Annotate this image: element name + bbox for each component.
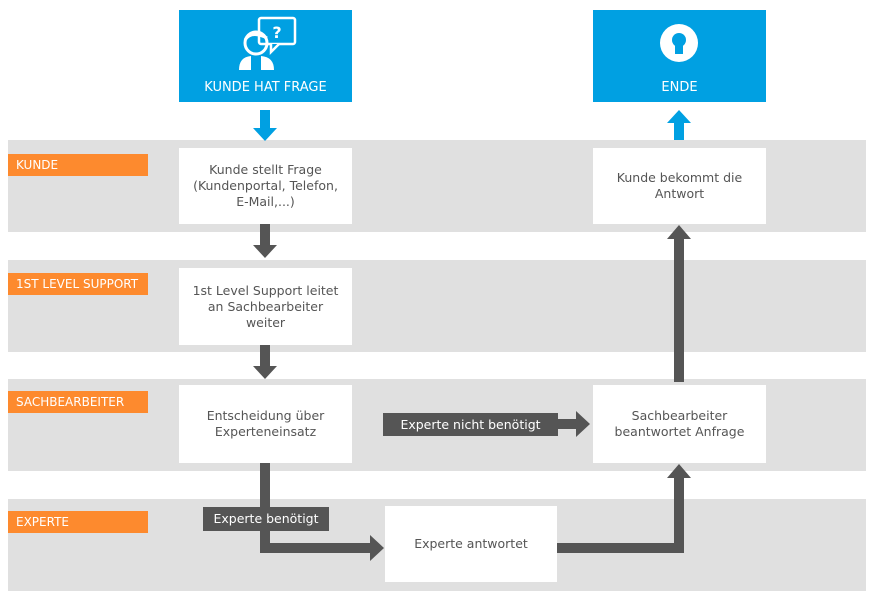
edge-label-expert-needed: Experte benötigt — [203, 507, 329, 531]
step-customer-asks: Kunde stellt Frage (Kundenportal, Telefo… — [179, 148, 352, 224]
step-first-level: 1st Level Support leitet an Sachbearbeit… — [179, 268, 352, 345]
step-customer-gets: Kunde bekommt die Antwort — [593, 148, 766, 224]
support-process-diagram: KUNDE 1ST LEVEL SUPPORT SACHBEARBEITER E… — [0, 0, 873, 600]
step-decision: Entscheidung über Experteneinsatz — [179, 385, 352, 463]
arrow-kunde-to-first — [253, 224, 277, 258]
arrow-sach-to-kunde — [667, 225, 691, 382]
arrow-up-end — [667, 110, 691, 140]
step-clerk-answers: Sachbearbeiter beantwortet Anfrage — [593, 385, 766, 463]
arrow-expert-to-sach — [557, 464, 691, 553]
step-expert-answers: Experte antwortet — [385, 506, 557, 582]
edge-label-expert-not-needed: Experte nicht benötigt — [383, 413, 558, 436]
arrow-first-to-sach — [253, 345, 277, 379]
arrow-start-down — [253, 110, 277, 141]
